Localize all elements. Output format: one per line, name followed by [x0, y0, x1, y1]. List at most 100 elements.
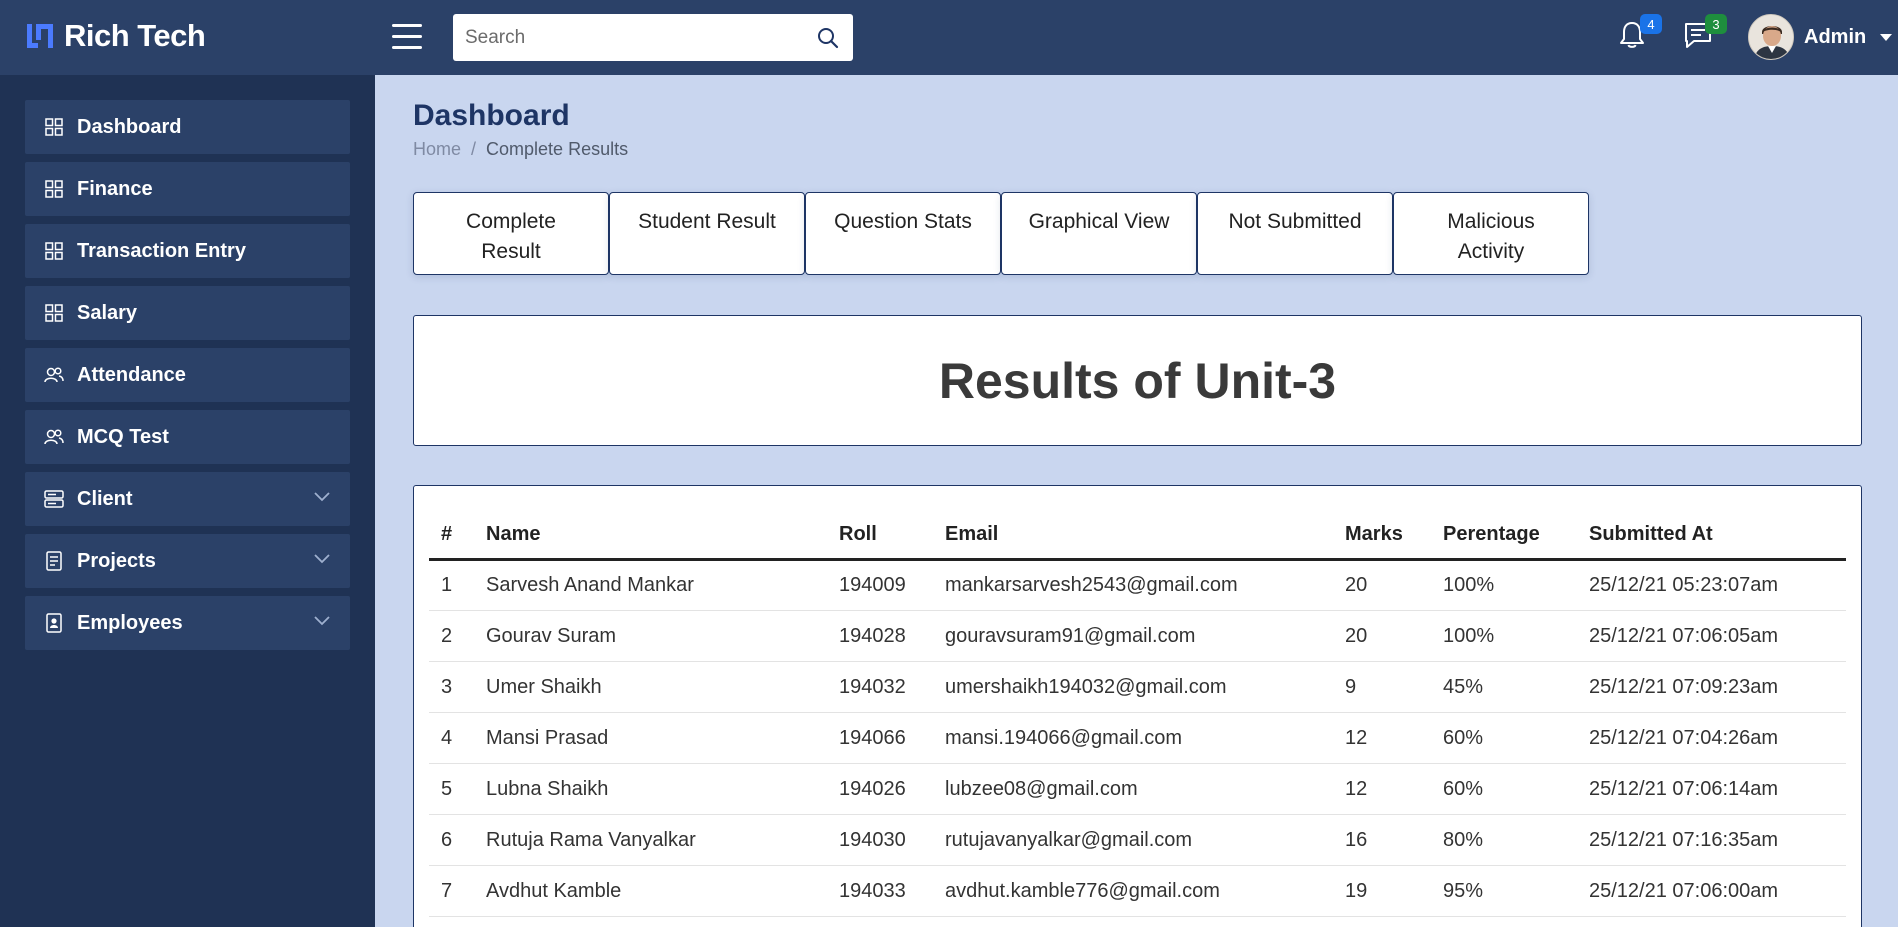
- student-name: Avdhut Kamble: [474, 865, 827, 917]
- grid-icon: [43, 302, 65, 324]
- results-table: # Name Roll Email Marks Perentage Submit…: [429, 514, 1846, 917]
- submitted-at: 25/12/21 07:06:14am: [1577, 763, 1846, 815]
- row-number: 6: [429, 814, 474, 866]
- column-header: Submitted At: [1577, 514, 1846, 561]
- result-tabs: Complete Result Student Result Question …: [413, 192, 1589, 275]
- chevron-down-icon: [314, 616, 330, 626]
- row-number: 4: [429, 712, 474, 764]
- breadcrumb-current: Complete Results: [486, 139, 629, 159]
- submitted-at: 25/12/21 07:06:05am: [1577, 610, 1846, 662]
- tab-label: Student Result: [638, 210, 776, 233]
- tab-graphical-view[interactable]: Graphical View: [1001, 192, 1197, 275]
- breadcrumb-home-link[interactable]: Home: [413, 139, 461, 160]
- messages-count-badge: 3: [1705, 14, 1727, 34]
- id-badge-icon: [43, 612, 65, 634]
- sidebar-item-label: Projects: [77, 549, 156, 572]
- roll-number: 194066: [827, 712, 933, 764]
- marks: 9: [1333, 661, 1431, 713]
- student-name: Gourav Suram: [474, 610, 827, 662]
- tab-complete-result[interactable]: Complete Result: [413, 192, 609, 275]
- student-name: Rutuja Rama Vanyalkar: [474, 814, 827, 866]
- row-number: 1: [429, 559, 474, 611]
- table-row: 6 Rutuja Rama Vanyalkar 194030 rutujavan…: [429, 814, 1846, 866]
- sidebar-item-label: Client: [77, 487, 133, 510]
- sidebar: Dashboard Finance Transaction Entry Sala…: [0, 75, 375, 927]
- table-row: 1 Sarvesh Anand Mankar 194009 mankarsarv…: [429, 559, 1846, 611]
- grid-icon: [43, 116, 65, 138]
- sidebar-item-attendance[interactable]: Attendance: [25, 348, 350, 402]
- sidebar-item-salary[interactable]: Salary: [25, 286, 350, 340]
- avatar: [1748, 14, 1794, 60]
- percentage: 60%: [1431, 712, 1577, 764]
- email: rutujavanyalkar@gmail.com: [933, 814, 1333, 866]
- grid-icon: [43, 178, 65, 200]
- submitted-at: 25/12/21 05:23:07am: [1577, 559, 1846, 611]
- sidebar-item-dashboard[interactable]: Dashboard: [25, 100, 350, 154]
- roll-number: 194030: [827, 814, 933, 866]
- percentage: 100%: [1431, 559, 1577, 611]
- table-row: 2 Gourav Suram 194028 gouravsuram91@gmai…: [429, 610, 1846, 662]
- people-icon: [43, 426, 65, 448]
- sidebar-item-transaction-entry[interactable]: Transaction Entry: [25, 224, 350, 278]
- sidebar-item-label: Transaction Entry: [77, 239, 246, 262]
- search-button[interactable]: [803, 14, 853, 61]
- user-menu[interactable]: Admin: [1748, 14, 1893, 60]
- submitted-at: 25/12/21 07:06:00am: [1577, 865, 1846, 917]
- tab-student-result[interactable]: Student Result: [609, 192, 805, 275]
- sidebar-item-label: Employees: [77, 611, 183, 634]
- row-number: 5: [429, 763, 474, 815]
- search-box: [453, 14, 853, 61]
- brand-name: Rich Tech: [64, 18, 206, 53]
- roll-number: 194028: [827, 610, 933, 662]
- document-icon: [43, 550, 65, 572]
- column-header: Name: [474, 514, 827, 561]
- sidebar-item-client[interactable]: Client: [25, 472, 350, 526]
- search-input[interactable]: [453, 14, 803, 61]
- breadcrumb: Home / Complete Results: [413, 139, 628, 160]
- sidebar-item-projects[interactable]: Projects: [25, 534, 350, 588]
- results-title-card: Results of Unit-3: [413, 315, 1862, 446]
- menu-toggle-icon[interactable]: [392, 24, 422, 50]
- row-number: 3: [429, 661, 474, 713]
- breadcrumb-separator: /: [471, 139, 477, 159]
- percentage: 100%: [1431, 610, 1577, 662]
- student-name: Lubna Shaikh: [474, 763, 827, 815]
- tab-label: Graphical View: [1028, 210, 1170, 233]
- chevron-down-icon: [1880, 33, 1893, 41]
- submitted-at: 25/12/21 07:09:23am: [1577, 661, 1846, 713]
- people-icon: [43, 364, 65, 386]
- student-name: Mansi Prasad: [474, 712, 827, 764]
- page-title: Dashboard: [413, 99, 570, 132]
- percentage: 45%: [1431, 661, 1577, 713]
- table-header-row: # Name Roll Email Marks Perentage Submit…: [429, 514, 1846, 561]
- brand[interactable]: Rich Tech: [24, 18, 206, 54]
- row-number: 2: [429, 610, 474, 662]
- tab-label: Question Stats: [834, 210, 972, 233]
- percentage: 95%: [1431, 865, 1577, 917]
- table-row: 7 Avdhut Kamble 194033 avdhut.kamble776@…: [429, 865, 1846, 917]
- sidebar-item-finance[interactable]: Finance: [25, 162, 350, 216]
- sidebar-item-mcq-test[interactable]: MCQ Test: [25, 410, 350, 464]
- sidebar-item-label: Dashboard: [77, 115, 182, 138]
- column-header: Perentage: [1431, 514, 1577, 561]
- notifications-button[interactable]: 4: [1618, 14, 1662, 52]
- tab-not-submitted[interactable]: Not Submitted: [1197, 192, 1393, 275]
- submitted-at: 25/12/21 07:04:26am: [1577, 712, 1846, 764]
- marks: 12: [1333, 712, 1431, 764]
- email: avdhut.kamble776@gmail.com: [933, 865, 1333, 917]
- messages-button[interactable]: 3: [1683, 14, 1727, 52]
- column-header: #: [429, 514, 474, 561]
- user-name: Admin: [1804, 25, 1867, 48]
- table-row: 4 Mansi Prasad 194066 mansi.194066@gmail…: [429, 712, 1846, 764]
- roll-number: 194009: [827, 559, 933, 611]
- tab-malicious-activity[interactable]: Malicious Activity: [1393, 192, 1589, 275]
- email: umershaikh194032@gmail.com: [933, 661, 1333, 713]
- tab-label: Not Submitted: [1228, 210, 1362, 233]
- marks: 20: [1333, 610, 1431, 662]
- tab-label: Complete Result: [466, 210, 556, 263]
- student-name: Sarvesh Anand Mankar: [474, 559, 827, 611]
- sidebar-item-employees[interactable]: Employees: [25, 596, 350, 650]
- email: gouravsuram91@gmail.com: [933, 610, 1333, 662]
- tab-question-stats[interactable]: Question Stats: [805, 192, 1001, 275]
- column-header: Roll: [827, 514, 933, 561]
